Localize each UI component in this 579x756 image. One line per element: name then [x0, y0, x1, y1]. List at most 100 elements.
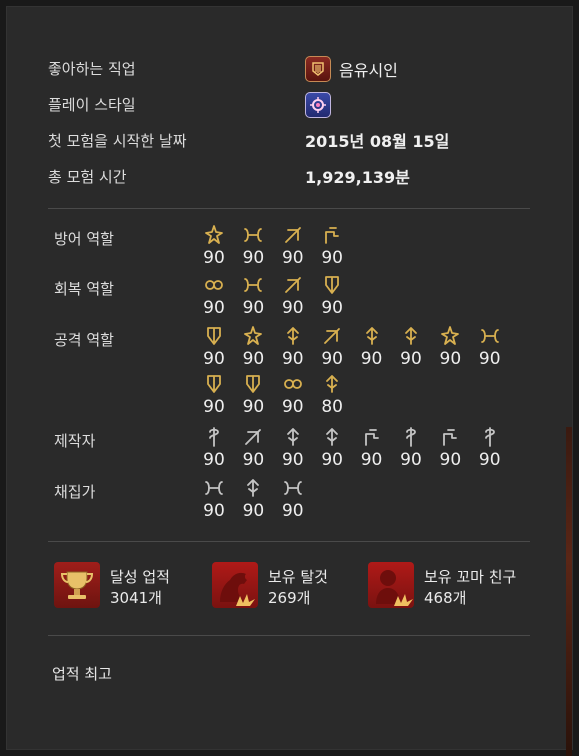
job-level: 80 — [321, 397, 343, 417]
divider — [48, 541, 530, 542]
paladin-icon — [202, 224, 226, 246]
job-cell[interactable]: 90 — [198, 274, 230, 318]
crafter-label: 제작자 — [54, 432, 96, 450]
job-cell[interactable]: 90 — [277, 274, 309, 318]
healer-group: 회복 역할 90 90 90 90 — [48, 274, 528, 325]
job-cell[interactable]: 90 — [277, 477, 309, 521]
job-level: 90 — [281, 298, 304, 318]
job-level: 90 — [242, 298, 265, 318]
playtime-value: 1,929,139분 — [305, 168, 410, 187]
job-level: 90 — [360, 450, 383, 470]
favorite-job-name: 음유시인 — [339, 61, 398, 80]
job-level: 90 — [281, 349, 304, 369]
job-cell[interactable]: 90 — [434, 325, 466, 369]
monk-icon — [202, 325, 226, 347]
carpenter-icon — [202, 426, 226, 448]
job-cell[interactable]: 80 — [316, 373, 348, 417]
job-level: 90 — [400, 349, 422, 369]
scholar-icon — [241, 274, 265, 296]
job-cell[interactable]: 90 — [237, 224, 269, 268]
favorite-job-row: 좋아하는 직업 음유시인 — [48, 50, 528, 86]
job-cell[interactable]: 90 — [198, 325, 230, 369]
job-cell[interactable]: 90 — [237, 373, 269, 417]
achievement-summary: 달성 업적 3041개 보유 탈것 269개 보유 꼬마 친구 468개 — [54, 562, 534, 612]
start-date-label: 첫 모험을 시작한 날짜 — [48, 132, 187, 150]
job-level: 90 — [281, 248, 304, 268]
job-cell[interactable]: 90 — [198, 224, 230, 268]
mount-label: 보유 탈것 — [268, 568, 328, 586]
minion-count: 468개 — [424, 589, 467, 607]
job-level: 90 — [321, 248, 343, 268]
botanist-icon — [241, 477, 265, 499]
job-cell[interactable]: 90 — [237, 477, 269, 521]
profile-info: 좋아하는 직업 음유시인 플레이 스타일 첫 모험을 시작한 날짜 2015년 … — [48, 50, 528, 194]
divider — [48, 635, 530, 636]
summoner-icon — [241, 373, 265, 395]
job-cell[interactable]: 90 — [395, 426, 427, 470]
job-level: 90 — [281, 450, 304, 470]
job-cell[interactable]: 90 — [198, 477, 230, 521]
job-level: 90 — [321, 349, 343, 369]
weaver-icon — [399, 426, 423, 448]
achievement-item[interactable]: 달성 업적 3041개 — [54, 562, 170, 609]
job-cell[interactable]: 90 — [474, 325, 506, 369]
job-cell[interactable]: 90 — [277, 373, 309, 417]
crafter-grid: 90 90 90 90 90 90 90 90 — [198, 426, 513, 470]
job-level: 90 — [321, 450, 343, 470]
job-cell[interactable]: 90 — [395, 325, 427, 369]
start-date-value: 2015년 08월 15일 — [305, 132, 450, 151]
job-level: 90 — [439, 450, 462, 470]
playtime-row: 총 모험 시간 1,929,139분 — [48, 158, 528, 194]
warrior-icon — [241, 224, 265, 246]
blue-mage-icon — [320, 373, 344, 395]
job-level: 90 — [242, 450, 265, 470]
job-cell[interactable]: 90 — [237, 426, 269, 470]
job-cell[interactable]: 90 — [277, 224, 309, 268]
job-cell[interactable]: 90 — [316, 224, 348, 268]
job-cell[interactable]: 90 — [434, 426, 466, 470]
job-cell[interactable]: 90 — [198, 426, 230, 470]
reaper-icon — [360, 325, 384, 347]
playstyle-row: 플레이 스타일 — [48, 86, 528, 122]
job-cell[interactable]: 90 — [277, 325, 309, 369]
gatherer-label: 채집가 — [54, 483, 96, 501]
dancer-icon — [478, 325, 502, 347]
gatherer-grid: 90 90 90 — [198, 477, 513, 521]
tank-grid: 90 90 90 90 — [198, 224, 513, 268]
dps-grid: 90 90 90 90 90 90 90 90 90 90 90 80 — [198, 325, 513, 417]
job-cell[interactable]: 90 — [356, 325, 388, 369]
start-date-row: 첫 모험을 시작한 날짜 2015년 08월 15일 — [48, 122, 528, 158]
job-cell[interactable]: 90 — [237, 274, 269, 318]
job-level: 90 — [360, 349, 383, 369]
job-cell[interactable]: 90 — [277, 426, 309, 470]
job-level: 90 — [281, 501, 304, 521]
astrologian-icon — [281, 274, 305, 296]
gatherer-group: 채집가 90 90 90 — [48, 477, 528, 527]
dps-label: 공격 역할 — [54, 331, 114, 349]
achievement-label: 달성 업적 — [110, 568, 170, 586]
job-cell[interactable]: 90 — [316, 426, 348, 470]
leatherworker-icon — [360, 426, 384, 448]
minion-item[interactable]: 보유 꼬마 친구 468개 — [368, 562, 516, 609]
job-level: 90 — [203, 248, 225, 268]
job-cell[interactable]: 90 — [198, 373, 230, 417]
crafter-group: 제작자 90 90 90 90 90 90 90 90 — [48, 426, 528, 477]
mount-item[interactable]: 보유 탈것 269개 — [212, 562, 328, 609]
job-level: 90 — [242, 349, 265, 369]
job-cell[interactable]: 90 — [237, 325, 269, 369]
job-levels: 방어 역할 90 90 90 90 회복 역할 90 90 90 90 공격 역할 90 90… — [48, 224, 528, 527]
white-mage-icon — [202, 274, 226, 296]
job-cell[interactable]: 90 — [316, 325, 348, 369]
job-cell[interactable]: 90 — [316, 274, 348, 318]
section-title: 업적 최고 — [52, 665, 112, 683]
red-mage-icon — [281, 373, 305, 395]
bard-icon — [305, 56, 331, 82]
job-cell[interactable]: 90 — [474, 426, 506, 470]
tank-group: 방어 역할 90 90 90 90 — [48, 224, 528, 274]
job-level: 90 — [321, 298, 343, 318]
favorite-job-label: 좋아하는 직업 — [48, 60, 136, 78]
job-cell[interactable]: 90 — [356, 426, 388, 470]
dragoon-icon — [241, 325, 265, 347]
samurai-icon — [320, 325, 344, 347]
trophy-icon — [54, 562, 100, 608]
